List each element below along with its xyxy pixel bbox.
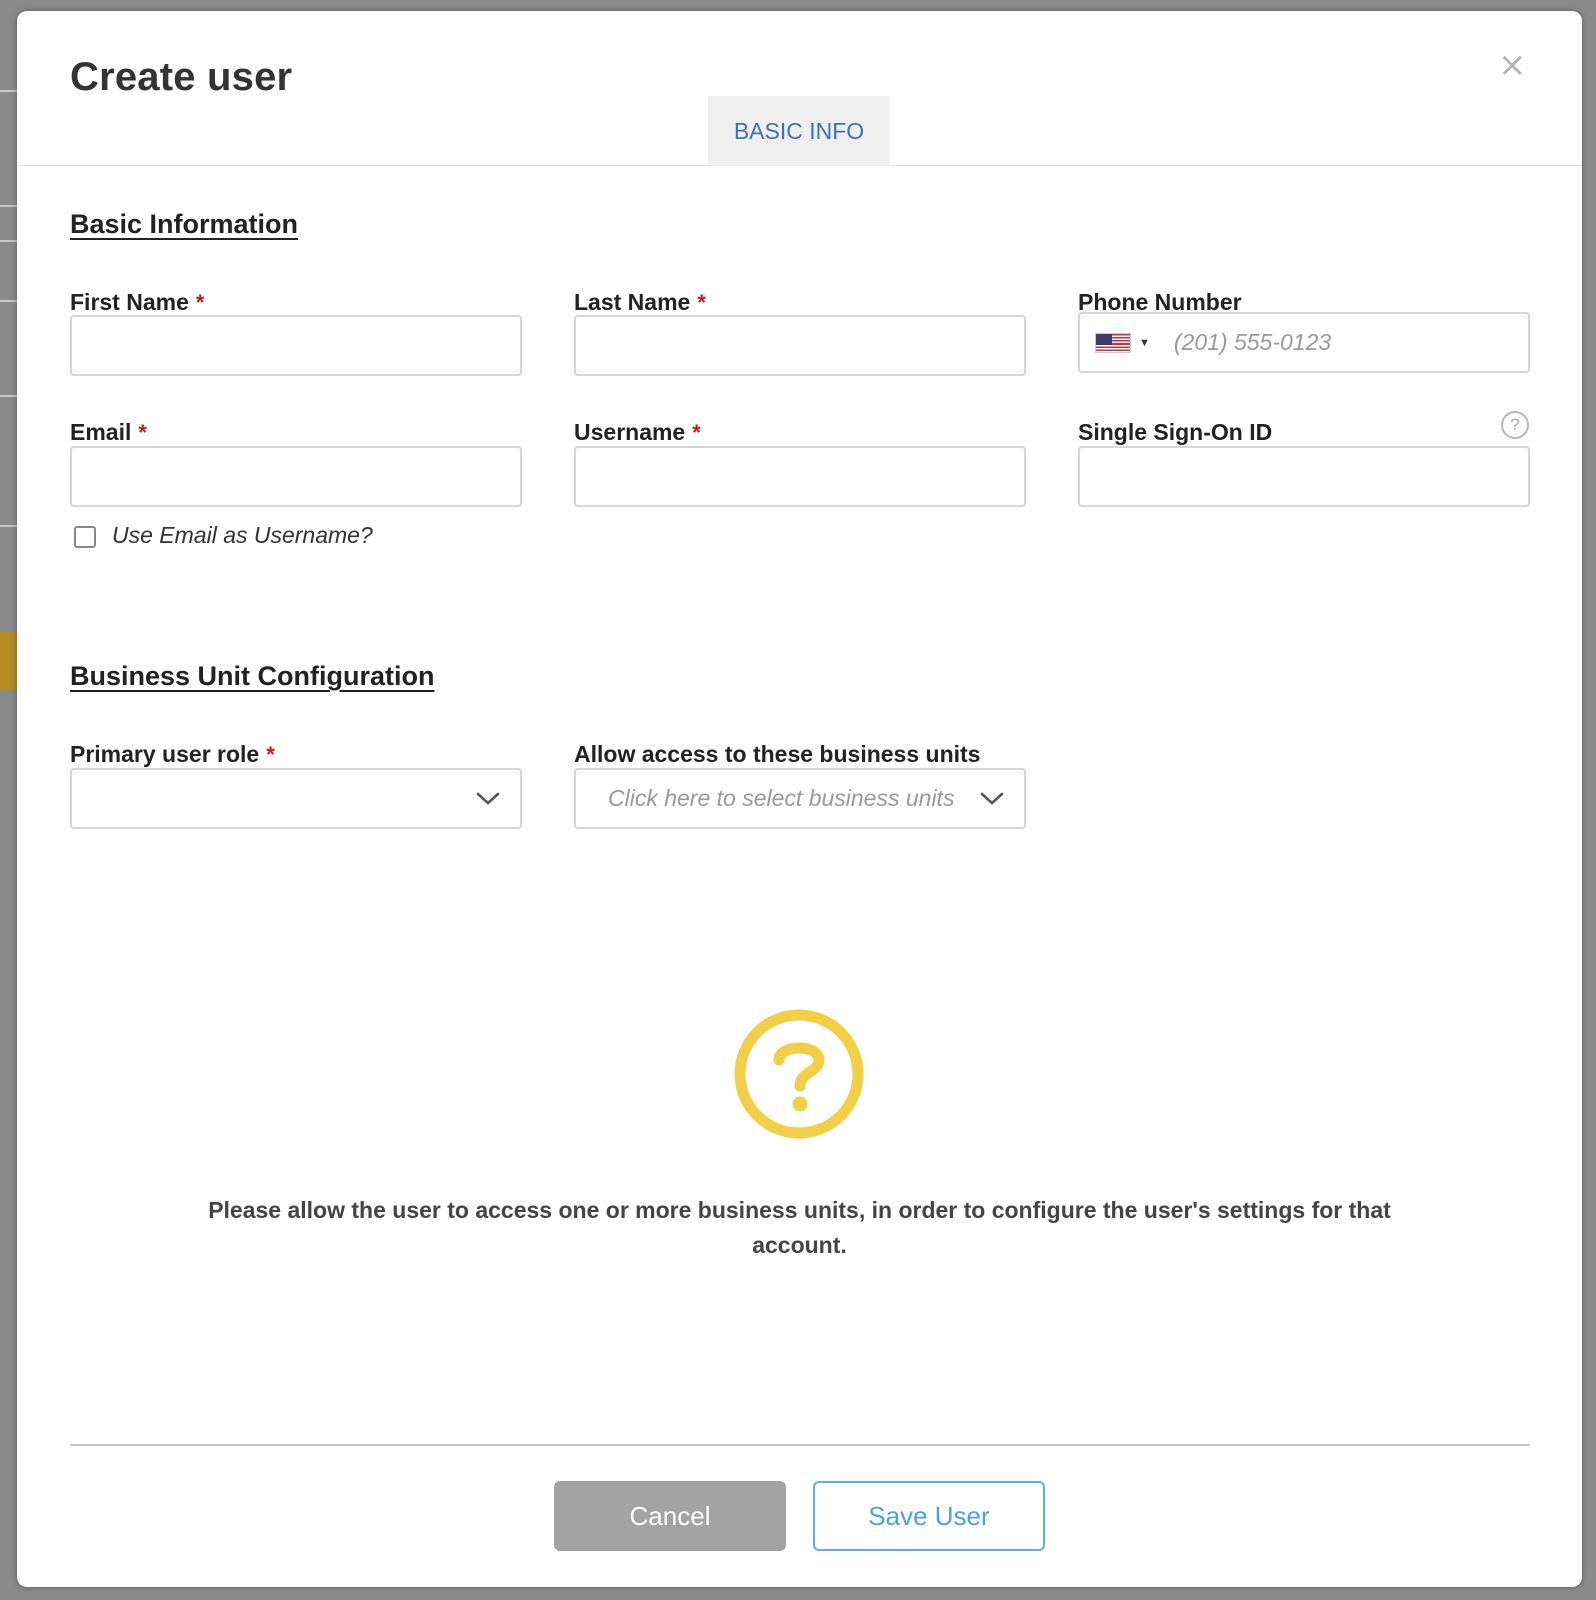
last-name-label: Last Name * xyxy=(574,289,706,316)
us-flag-icon[interactable] xyxy=(1095,332,1131,353)
required-marker: * xyxy=(697,289,706,315)
phone-number-input[interactable]: ▼ (201) 555-0123 xyxy=(1078,312,1530,373)
business-unit-info-message: Please allow the user to access one or m… xyxy=(208,1197,1391,1258)
use-email-checkbox-label[interactable]: Use Email as Username? xyxy=(112,522,373,549)
required-marker: * xyxy=(692,419,701,445)
backdrop-row xyxy=(0,300,18,302)
sso-id-label: Single Sign-On ID xyxy=(1078,419,1272,446)
username-label: Username * xyxy=(574,419,701,446)
backdrop-row xyxy=(0,90,18,92)
email-input[interactable] xyxy=(70,446,522,507)
footer-divider xyxy=(70,1444,1530,1446)
primary-role-label: Primary user role * xyxy=(70,741,275,768)
section-title-basic-information: Basic Information xyxy=(70,209,299,239)
tab-basic-info[interactable]: BASIC INFO xyxy=(708,96,890,166)
email-label-text: Email xyxy=(70,419,132,445)
cancel-button[interactable]: Cancel xyxy=(554,1481,786,1551)
sso-id-label-text: Single Sign-On ID xyxy=(1078,419,1273,445)
required-marker: * xyxy=(138,419,147,445)
allow-access-label-text: Allow access to these business units xyxy=(574,741,981,767)
username-label-text: Username xyxy=(574,419,686,445)
email-label: Email * xyxy=(70,419,147,446)
sso-id-input[interactable] xyxy=(1078,446,1530,507)
help-icon[interactable]: ? xyxy=(1501,411,1529,439)
backdrop-row xyxy=(0,395,18,397)
business-units-placeholder: Click here to select business units xyxy=(608,785,955,811)
question-circle-icon xyxy=(734,1009,864,1139)
primary-role-label-text: Primary user role xyxy=(70,741,260,767)
caret-down-icon[interactable]: ▼ xyxy=(1139,337,1150,349)
create-user-modal: Create user × BASIC INFO Basic Informati… xyxy=(17,11,1582,1587)
modal-title: Create user xyxy=(70,55,293,99)
first-name-input[interactable] xyxy=(70,315,522,376)
required-marker: * xyxy=(266,741,275,767)
last-name-label-text: Last Name xyxy=(574,289,691,315)
section-title-business-unit: Business Unit Configuration xyxy=(70,661,435,691)
chevron-down-icon[interactable] xyxy=(476,792,500,806)
backdrop-highlight xyxy=(0,632,18,690)
last-name-input[interactable] xyxy=(574,315,1026,376)
backdrop-row xyxy=(0,525,18,527)
close-icon[interactable]: × xyxy=(1498,48,1527,82)
first-name-label: First Name * xyxy=(70,289,204,316)
save-user-button[interactable]: Save User xyxy=(813,1481,1045,1551)
first-name-label-text: First Name xyxy=(70,289,189,315)
primary-role-select[interactable] xyxy=(70,768,522,829)
use-email-checkbox[interactable] xyxy=(74,526,96,548)
phone-placeholder: (201) 555-0123 xyxy=(1173,329,1332,355)
username-input[interactable] xyxy=(574,446,1026,507)
backdrop-row xyxy=(0,205,18,207)
required-marker: * xyxy=(195,289,205,315)
backdrop-row xyxy=(0,240,18,242)
business-units-select[interactable]: Click here to select business units xyxy=(574,768,1026,829)
allow-access-label: Allow access to these business units xyxy=(574,741,980,768)
chevron-down-icon[interactable] xyxy=(980,792,1004,806)
